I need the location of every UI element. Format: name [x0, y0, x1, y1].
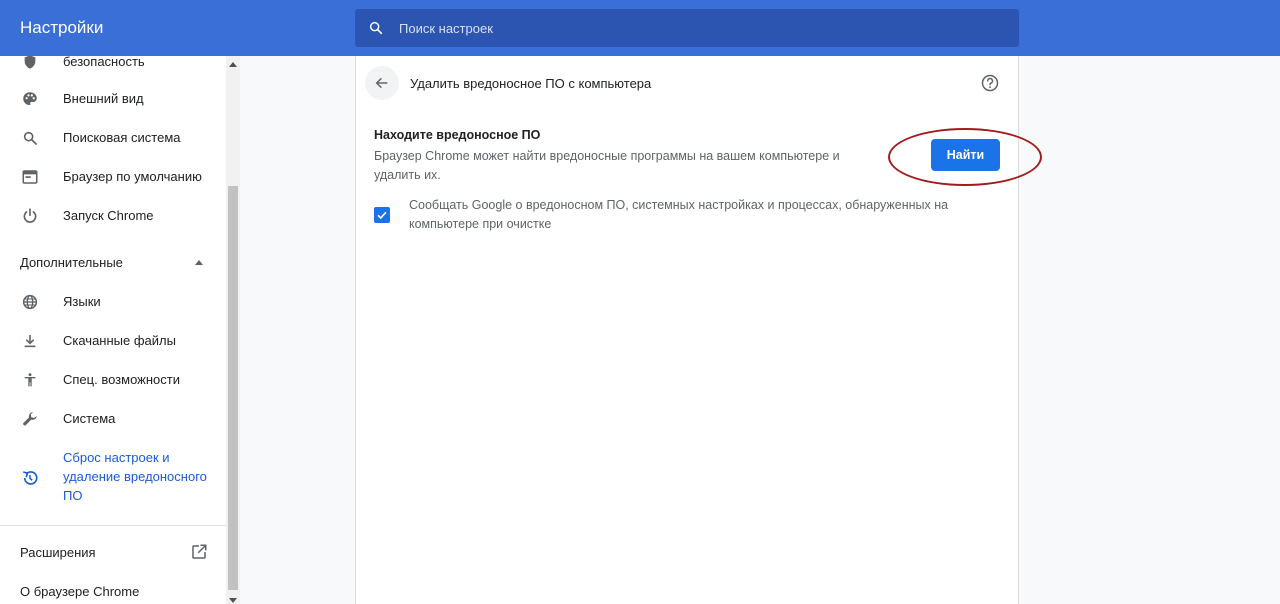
help-icon	[981, 74, 999, 92]
open-in-new-icon[interactable]	[190, 543, 208, 566]
sidebar-scrollbar-thumb[interactable]	[228, 186, 238, 590]
sidebar-item-security[interactable]: безопасность	[0, 56, 226, 81]
sidebar-section-advanced[interactable]: Дополнительные	[0, 243, 226, 282]
sidebar-section-label: Дополнительные	[20, 255, 123, 270]
sidebar-item-label: О браузере Chrome	[20, 584, 140, 599]
download-icon	[20, 331, 40, 351]
globe-icon	[20, 292, 40, 312]
accessibility-icon	[20, 370, 40, 390]
scroll-up-arrow-icon[interactable]	[229, 62, 237, 67]
sidebar-item-downloads[interactable]: Скачанные файлы	[0, 321, 226, 360]
app-title: Настройки	[20, 18, 104, 37]
checkmark-icon	[377, 211, 387, 220]
sidebar-item-label: Внешний вид	[63, 91, 144, 106]
sidebar-item-label-line-3: ПО	[63, 488, 83, 503]
sidebar-item-reset-and-cleanup[interactable]: Сброс настроек и удаление вредоносного П…	[0, 444, 226, 512]
search-box[interactable]	[355, 9, 1019, 47]
sidebar-item-label-line-1: Сброс настроек и	[63, 450, 170, 465]
restore-icon	[20, 468, 40, 488]
sidebar-item-accessibility[interactable]: Спец. возможности	[0, 360, 226, 399]
sidebar-item-label: Система	[63, 411, 116, 426]
section-title: Находите вредоносное ПО	[374, 128, 541, 142]
sidebar-divider	[0, 525, 226, 526]
sidebar-item-label: Расширения	[20, 545, 96, 560]
scroll-down-arrow-icon[interactable]	[229, 598, 237, 603]
palette-icon	[20, 89, 40, 109]
sidebar-item-appearance[interactable]: Внешний вид	[0, 79, 226, 118]
report-checkbox-label: Сообщать Google о вредоносном ПО, систем…	[409, 198, 949, 231]
sidebar-item-label: Поисковая система	[63, 130, 181, 145]
sidebar-item-system[interactable]: Система	[0, 399, 226, 438]
search-input[interactable]	[399, 9, 999, 47]
power-icon	[20, 206, 40, 226]
sidebar-item-search-engine[interactable]: Поисковая система	[0, 118, 226, 157]
section-description: Браузер Chrome может найти вредоносные п…	[374, 149, 840, 182]
search-icon	[20, 128, 40, 148]
sidebar-item-label: Языки	[63, 294, 101, 309]
sidebar-item-label: Спец. возможности	[63, 372, 180, 387]
sidebar-item-extensions[interactable]: Расширения	[0, 533, 226, 572]
header-bar: Настройки	[0, 0, 1280, 56]
shield-icon	[20, 56, 40, 72]
sidebar-item-label-line-2: удаление вредоносного	[63, 469, 207, 484]
sidebar-item-default-browser[interactable]: Браузер по умолчанию	[0, 157, 226, 196]
arrow-back-icon	[375, 77, 388, 89]
chevron-up-icon	[195, 260, 203, 265]
page-title: Удалить вредоносное ПО с компьютера	[410, 76, 652, 91]
help-button[interactable]	[980, 73, 1000, 93]
find-button[interactable]: Найти	[931, 139, 1000, 171]
report-checkbox[interactable]	[374, 207, 390, 223]
sidebar-item-about-chrome[interactable]: О браузере Chrome	[0, 572, 226, 604]
wrench-icon	[20, 409, 40, 429]
browser-window-icon	[20, 167, 40, 187]
sidebar-item-label: Браузер по умолчанию	[63, 169, 202, 184]
sidebar: безопасность Внешний вид Поисковая систе…	[0, 56, 240, 604]
sidebar-item-label: Скачанные файлы	[63, 333, 176, 348]
back-button[interactable]	[365, 66, 399, 100]
sidebar-item-label: Запуск Chrome	[63, 208, 154, 223]
sidebar-item-label: безопасность	[63, 56, 145, 69]
search-icon	[369, 21, 383, 35]
sidebar-item-on-startup[interactable]: Запуск Chrome	[0, 196, 226, 235]
sidebar-item-languages[interactable]: Языки	[0, 282, 226, 321]
